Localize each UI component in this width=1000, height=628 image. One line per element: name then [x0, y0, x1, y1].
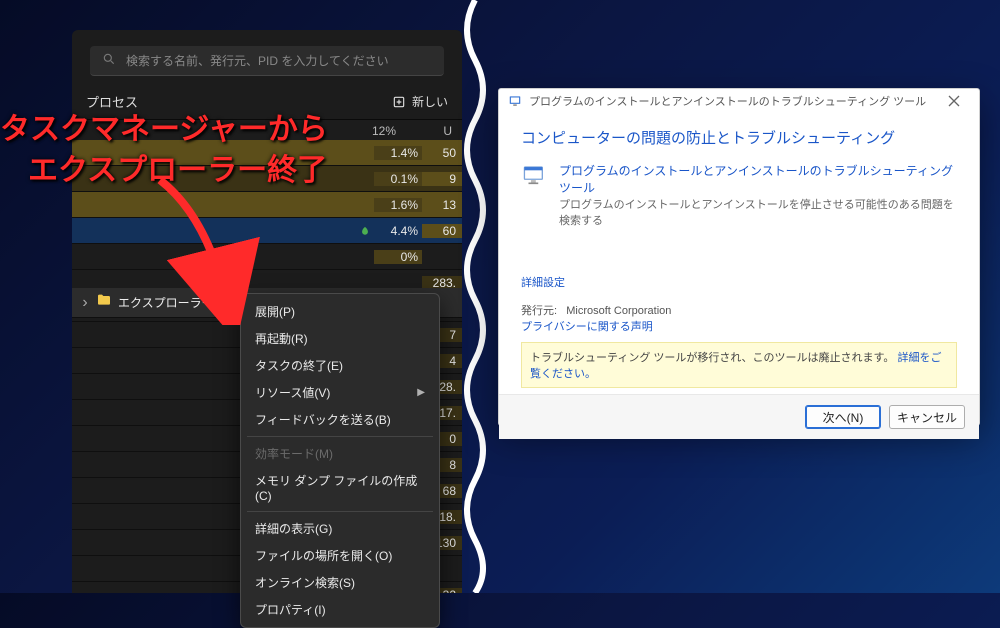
menu-item-label: オンライン検索(S): [255, 574, 355, 591]
publisher-line: 発行元: Microsoft Corporation: [521, 302, 957, 318]
menu-item-label: リソース値(V): [255, 384, 330, 401]
column-headers: 12% U: [72, 120, 462, 140]
dialog-body: コンピューターの問題の防止とトラブルシューティング プログラムのインストールとア…: [499, 113, 979, 394]
process-row[interactable]: 4.4%60: [72, 218, 462, 244]
cpu-cell: 1.6%: [374, 198, 422, 212]
tab-processes[interactable]: プロセス: [86, 92, 138, 111]
context-menu: 展開(P) 再起動(R) タスクの終了(E) リソース値(V) ▶ フィードバックを送る(…: [240, 293, 440, 628]
value-cell: 60: [422, 224, 462, 238]
menu-item: 効率モード(M): [241, 440, 439, 467]
process-row[interactable]: 0%: [72, 244, 462, 270]
menu-item[interactable]: プロパティ(I): [241, 596, 439, 623]
menu-item[interactable]: フィードバックを送る(B): [241, 406, 439, 433]
dialog-title-text: プログラムのインストールとアンインストールのトラブルシューティング ツール: [529, 93, 935, 109]
menu-item[interactable]: オンライン検索(S): [241, 569, 439, 596]
troubleshooter-item-text: プログラムのインストールとアンインストールのトラブルシューティング ツール プロ…: [559, 162, 957, 228]
new-task-icon: [392, 95, 406, 109]
troubleshooter-item[interactable]: プログラムのインストールとアンインストールのトラブルシューティング ツール プロ…: [521, 162, 957, 228]
dialog-titlebar[interactable]: プログラムのインストールとアンインストールのトラブルシューティング ツール: [499, 89, 979, 113]
cpu-cell: 4.4%: [374, 224, 422, 238]
search-field[interactable]: [90, 46, 444, 76]
search-container: [72, 30, 462, 86]
close-icon: [948, 95, 960, 107]
menu-item[interactable]: タスクの終了(E): [241, 352, 439, 379]
process-row[interactable]: 1.6%13: [72, 192, 462, 218]
cpu-column-header[interactable]: 12%: [348, 124, 396, 138]
new-task-button[interactable]: 新しい: [392, 93, 448, 110]
menu-item[interactable]: 再起動(R): [241, 325, 439, 352]
leaf-icon: [356, 226, 374, 236]
advanced-link[interactable]: 詳細設定: [521, 274, 957, 290]
item-title: プログラムのインストールとアンインストールのトラブルシューティング ツール: [559, 162, 957, 196]
menu-item-label: 詳細の表示(G): [255, 520, 332, 537]
value-cell: 50: [422, 146, 462, 160]
menu-item-label: 再起動(R): [255, 330, 308, 347]
item-subtitle: プログラムのインストールとアンインストールを停止させる可能性のある問題を検索する: [559, 196, 957, 228]
close-button[interactable]: [935, 89, 973, 113]
privacy-link[interactable]: プライバシーに関する声明: [521, 318, 957, 334]
cancel-button[interactable]: キャンセル: [889, 405, 965, 429]
col-header-2[interactable]: U: [416, 124, 452, 138]
troubleshooter-dialog: プログラムのインストールとアンインストールのトラブルシューティング ツール コン…: [498, 88, 980, 426]
deprecation-notice: トラブルシューティング ツールが移行され、このツールは廃止されます。 詳細をご覧…: [521, 342, 957, 388]
notice-text: トラブルシューティング ツールが移行され、このツールは廃止されます。: [530, 352, 894, 364]
menu-item[interactable]: メモリ ダンプ ファイルの作成(C): [241, 467, 439, 508]
publisher-value: Microsoft Corporation: [566, 305, 671, 317]
menu-separator: [247, 511, 433, 512]
folder-icon: [96, 292, 112, 313]
dialog-heading: コンピューターの問題の防止とトラブルシューティング: [521, 127, 957, 148]
menu-item[interactable]: 展開(P): [241, 298, 439, 325]
process-row[interactable]: 1.4%50: [72, 140, 462, 166]
explorer-label: エクスプローラー: [118, 294, 214, 311]
cpu-cell: 0.1%: [374, 172, 422, 186]
publisher-label: 発行元:: [521, 305, 557, 317]
cpu-cell: 0%: [374, 250, 422, 264]
process-row[interactable]: 0.1%9: [72, 166, 462, 192]
value-cell: 13: [422, 198, 462, 212]
menu-item-label: タスクの終了(E): [255, 357, 343, 374]
menu-item-label: メモリ ダンプ ファイルの作成(C): [255, 472, 425, 503]
tab-bar: プロセス 新しい: [72, 86, 462, 119]
search-input[interactable]: [126, 54, 432, 68]
new-task-label: 新しい: [412, 93, 448, 110]
menu-separator: [247, 436, 433, 437]
dialog-app-icon: [507, 93, 523, 109]
menu-item-label: フィードバックを送る(B): [255, 411, 391, 428]
chevron-right-icon: ▶: [417, 387, 425, 398]
search-icon: [102, 52, 116, 69]
cpu-cell: 1.4%: [374, 146, 422, 160]
monitor-icon: [521, 162, 549, 190]
next-button[interactable]: 次へ(N): [805, 405, 881, 429]
menu-item-label: ファイルの場所を開く(O): [255, 547, 392, 564]
menu-item[interactable]: ファイルの場所を開く(O): [241, 542, 439, 569]
menu-item-label: プロパティ(I): [255, 601, 326, 618]
menu-item[interactable]: 詳細の表示(G): [241, 515, 439, 542]
expand-chevron-icon[interactable]: ›: [80, 294, 90, 312]
dialog-footer: 次へ(N) キャンセル: [499, 394, 979, 439]
menu-item-label: 効率モード(M): [255, 445, 333, 462]
value-cell: 9: [422, 172, 462, 186]
menu-item[interactable]: リソース値(V) ▶: [241, 379, 439, 406]
menu-item-label: 展開(P): [255, 303, 295, 320]
